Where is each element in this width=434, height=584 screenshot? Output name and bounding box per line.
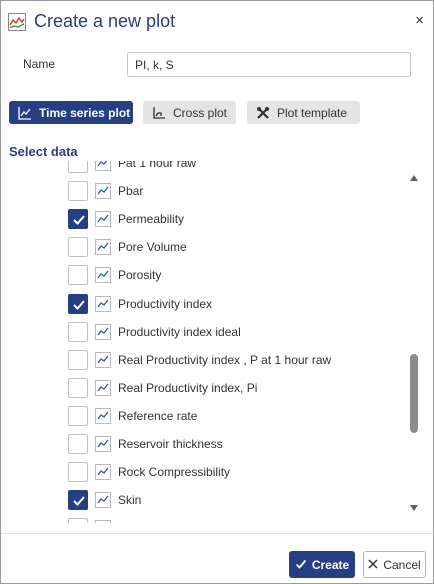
create-plot-dialog: Create a new plot × Name Time series plo… xyxy=(0,0,434,584)
list-item[interactable]: Productivity index ideal xyxy=(9,318,399,346)
x-icon xyxy=(368,558,378,571)
list-item-label: Skin xyxy=(118,493,142,508)
dialog-titlebar: Create a new plot × xyxy=(1,1,433,43)
tab-label: Time series plot xyxy=(39,105,131,120)
select-data-label: Select data xyxy=(9,144,78,159)
checkbox[interactable] xyxy=(68,237,88,258)
list-item[interactable]: Pore Volume xyxy=(9,233,399,261)
checkbox-checked[interactable] xyxy=(68,293,88,314)
cancel-label: Cancel xyxy=(383,557,421,572)
list-item-label: Reservoir thickness xyxy=(118,437,223,451)
list-item-label: Productivity index xyxy=(118,296,213,311)
checkmark-icon xyxy=(295,558,307,572)
time-series-icon xyxy=(95,520,111,523)
create-label: Create xyxy=(311,557,350,572)
scroll-up-arrow-icon[interactable] xyxy=(410,175,418,181)
list-item[interactable]: Permeability xyxy=(9,205,399,233)
time-series-icon xyxy=(95,351,111,368)
list-item[interactable]: Real Productivity index , P at 1 hour ra… xyxy=(9,346,399,374)
list-item-label: Productivity index ideal xyxy=(118,324,241,339)
cancel-button[interactable]: Cancel xyxy=(363,551,426,578)
list-item-label: Permeability xyxy=(118,212,185,227)
checkbox[interactable] xyxy=(68,518,88,523)
checkbox[interactable] xyxy=(68,405,88,426)
checkbox[interactable] xyxy=(68,349,88,370)
line-chart-icon xyxy=(18,106,32,120)
list-item-label: Real Productivity index , P at 1 hour ra… xyxy=(118,352,332,367)
tab-time-series-plot[interactable]: Time series plot xyxy=(9,101,133,124)
list-item-label: Porosity xyxy=(118,268,162,283)
time-series-icon xyxy=(95,323,111,340)
list-item-label: Pat 1 hour raw xyxy=(118,161,197,170)
time-series-icon xyxy=(95,183,111,200)
list-item[interactable]: Porosity xyxy=(9,261,399,289)
create-button[interactable]: Create xyxy=(289,551,355,578)
tab-label: Plot template xyxy=(277,105,348,120)
tab-plot-template[interactable]: Plot template xyxy=(247,101,360,124)
list-item-label: Reference rate xyxy=(118,408,198,423)
time-series-icon xyxy=(95,267,111,284)
checkmark-icon xyxy=(73,299,85,310)
list-item-label: Pore Volume xyxy=(118,240,187,255)
list-item[interactable] xyxy=(9,514,399,523)
tab-label: Cross plot xyxy=(173,105,228,120)
list-item[interactable]: Reservoir thickness xyxy=(9,430,399,458)
name-label: Name xyxy=(23,57,56,71)
tab-cross-plot[interactable]: Cross plot xyxy=(143,101,236,124)
checkbox-checked[interactable] xyxy=(68,490,88,511)
list-item[interactable]: Pat 1 hour raw xyxy=(9,161,399,177)
list-item[interactable]: Real Productivity index, Pi xyxy=(9,374,399,402)
checkbox[interactable] xyxy=(68,462,88,483)
checkbox[interactable] xyxy=(68,181,88,202)
time-series-icon xyxy=(95,492,111,509)
checkbox[interactable] xyxy=(68,161,88,173)
tools-icon xyxy=(256,106,270,120)
checkmark-icon xyxy=(73,496,85,507)
time-series-icon xyxy=(95,239,111,256)
dialog-title: Create a new plot xyxy=(34,11,176,31)
list-item-label: Real Productivity index, Pi xyxy=(118,380,258,395)
time-series-icon xyxy=(95,407,111,424)
time-series-icon xyxy=(95,211,111,228)
close-icon[interactable]: × xyxy=(415,13,424,29)
time-series-icon xyxy=(95,464,111,481)
checkbox[interactable] xyxy=(68,321,88,342)
time-series-icon xyxy=(95,436,111,452)
footer-divider xyxy=(1,533,433,534)
checkbox[interactable] xyxy=(68,434,88,454)
time-series-icon xyxy=(95,295,111,312)
checkbox[interactable] xyxy=(68,377,88,398)
list-scrollbar[interactable] xyxy=(406,167,422,517)
list-item[interactable]: Productivity index xyxy=(9,290,399,318)
plot-app-icon xyxy=(8,13,26,31)
checkbox-checked[interactable] xyxy=(68,209,88,230)
name-input[interactable] xyxy=(127,52,411,77)
list-item-label: Pbar xyxy=(118,184,144,199)
scroll-down-arrow-icon[interactable] xyxy=(410,505,418,511)
time-series-icon xyxy=(95,161,111,171)
checkbox[interactable] xyxy=(68,265,88,286)
scrollbar-thumb[interactable] xyxy=(410,354,418,433)
list-item[interactable]: Skin xyxy=(9,486,399,514)
list-item-label: Rock Compressibility xyxy=(118,465,231,480)
checkmark-icon xyxy=(73,215,85,226)
list-item[interactable]: Rock Compressibility xyxy=(9,458,399,486)
list-item[interactable]: Pbar xyxy=(9,177,399,205)
list-item[interactable]: Reference rate xyxy=(9,402,399,430)
data-list[interactable]: Pat 1 hour raw Pbar Permeability Pore Volum… xyxy=(9,161,417,523)
axes-chart-icon xyxy=(152,106,166,120)
time-series-icon xyxy=(95,379,111,396)
